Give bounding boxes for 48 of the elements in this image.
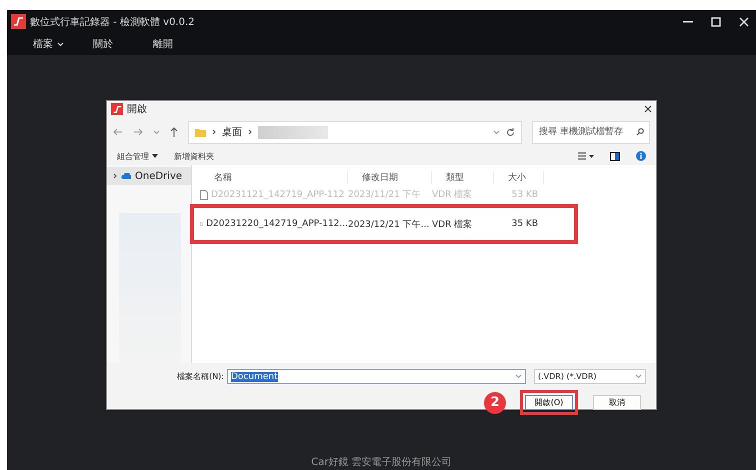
search-icon	[636, 128, 644, 136]
expand-chevron-icon	[113, 173, 117, 179]
chevron-down-icon	[57, 42, 64, 46]
breadcrumb-item[interactable]: 桌面	[222, 125, 242, 140]
footer-text: Car好鏡 雲安電子股份有限公司	[311, 456, 452, 470]
dialog-button[interactable]: 取消	[593, 395, 641, 410]
address-dropdown-icon	[493, 130, 500, 135]
recent-dropdown-icon	[153, 130, 160, 135]
back-arrow-icon[interactable]	[113, 128, 123, 136]
chevron-right-icon	[212, 129, 216, 136]
chevron-right-icon	[248, 129, 252, 136]
menu-item[interactable]: 離開	[153, 37, 213, 51]
up-arrow-icon[interactable]	[170, 127, 178, 138]
menu-item[interactable]: 關於	[93, 37, 153, 51]
app-logo-icon	[111, 103, 123, 116]
menu-item[interactable]: 檔案	[33, 37, 93, 51]
app-logo-icon	[11, 14, 26, 29]
column-header[interactable]: 修改日期	[348, 170, 432, 184]
blurred-path	[258, 126, 328, 139]
file-icon	[200, 190, 208, 200]
filename-label: 檔案名稱(N):	[176, 371, 225, 382]
dropdown-triangle-icon	[152, 154, 158, 158]
step-number-badge: 2	[484, 392, 506, 414]
column-header[interactable]: 類型	[432, 170, 494, 184]
address-bar[interactable]: 桌面	[188, 120, 522, 144]
column-header[interactable]: 大小	[494, 170, 544, 184]
dialog-title: 開啟	[127, 103, 148, 116]
toolbar-button[interactable]: 新增資料夾	[174, 150, 214, 162]
close-icon[interactable]	[644, 105, 652, 114]
window-title: 數位式行車記錄器 - 檢測軟體 v0.0.2	[30, 16, 196, 28]
forward-arrow-icon[interactable]	[133, 128, 143, 136]
chevron-down-icon	[515, 374, 522, 379]
toolbar-button[interactable]: 組合管理	[117, 150, 158, 162]
filename-field[interactable]: Document	[227, 369, 526, 384]
folder-icon	[195, 128, 206, 137]
search-field[interactable]: 搜尋 車機測試檔暫存	[532, 120, 650, 144]
refresh-icon[interactable]	[506, 128, 515, 137]
file-icon	[200, 219, 204, 229]
dialog-button[interactable]: 開啟(O)	[525, 395, 573, 410]
preview-pane-icon[interactable]	[610, 152, 620, 161]
file-type-dropdown[interactable]: (.VDR) (*.VDR)	[534, 369, 646, 384]
help-icon[interactable]	[636, 151, 646, 162]
sidebar-item[interactable]: OneDrive	[107, 167, 191, 185]
chevron-down-icon	[635, 374, 642, 379]
file-row[interactable]: D20231220_142719_APP-112...2023/12/21 下午... VDR 檔案 35 KB	[194, 208, 574, 240]
view-menu-icon[interactable]	[578, 152, 594, 160]
column-header[interactable]: 名稱	[200, 170, 348, 184]
cloud-icon	[121, 173, 131, 179]
